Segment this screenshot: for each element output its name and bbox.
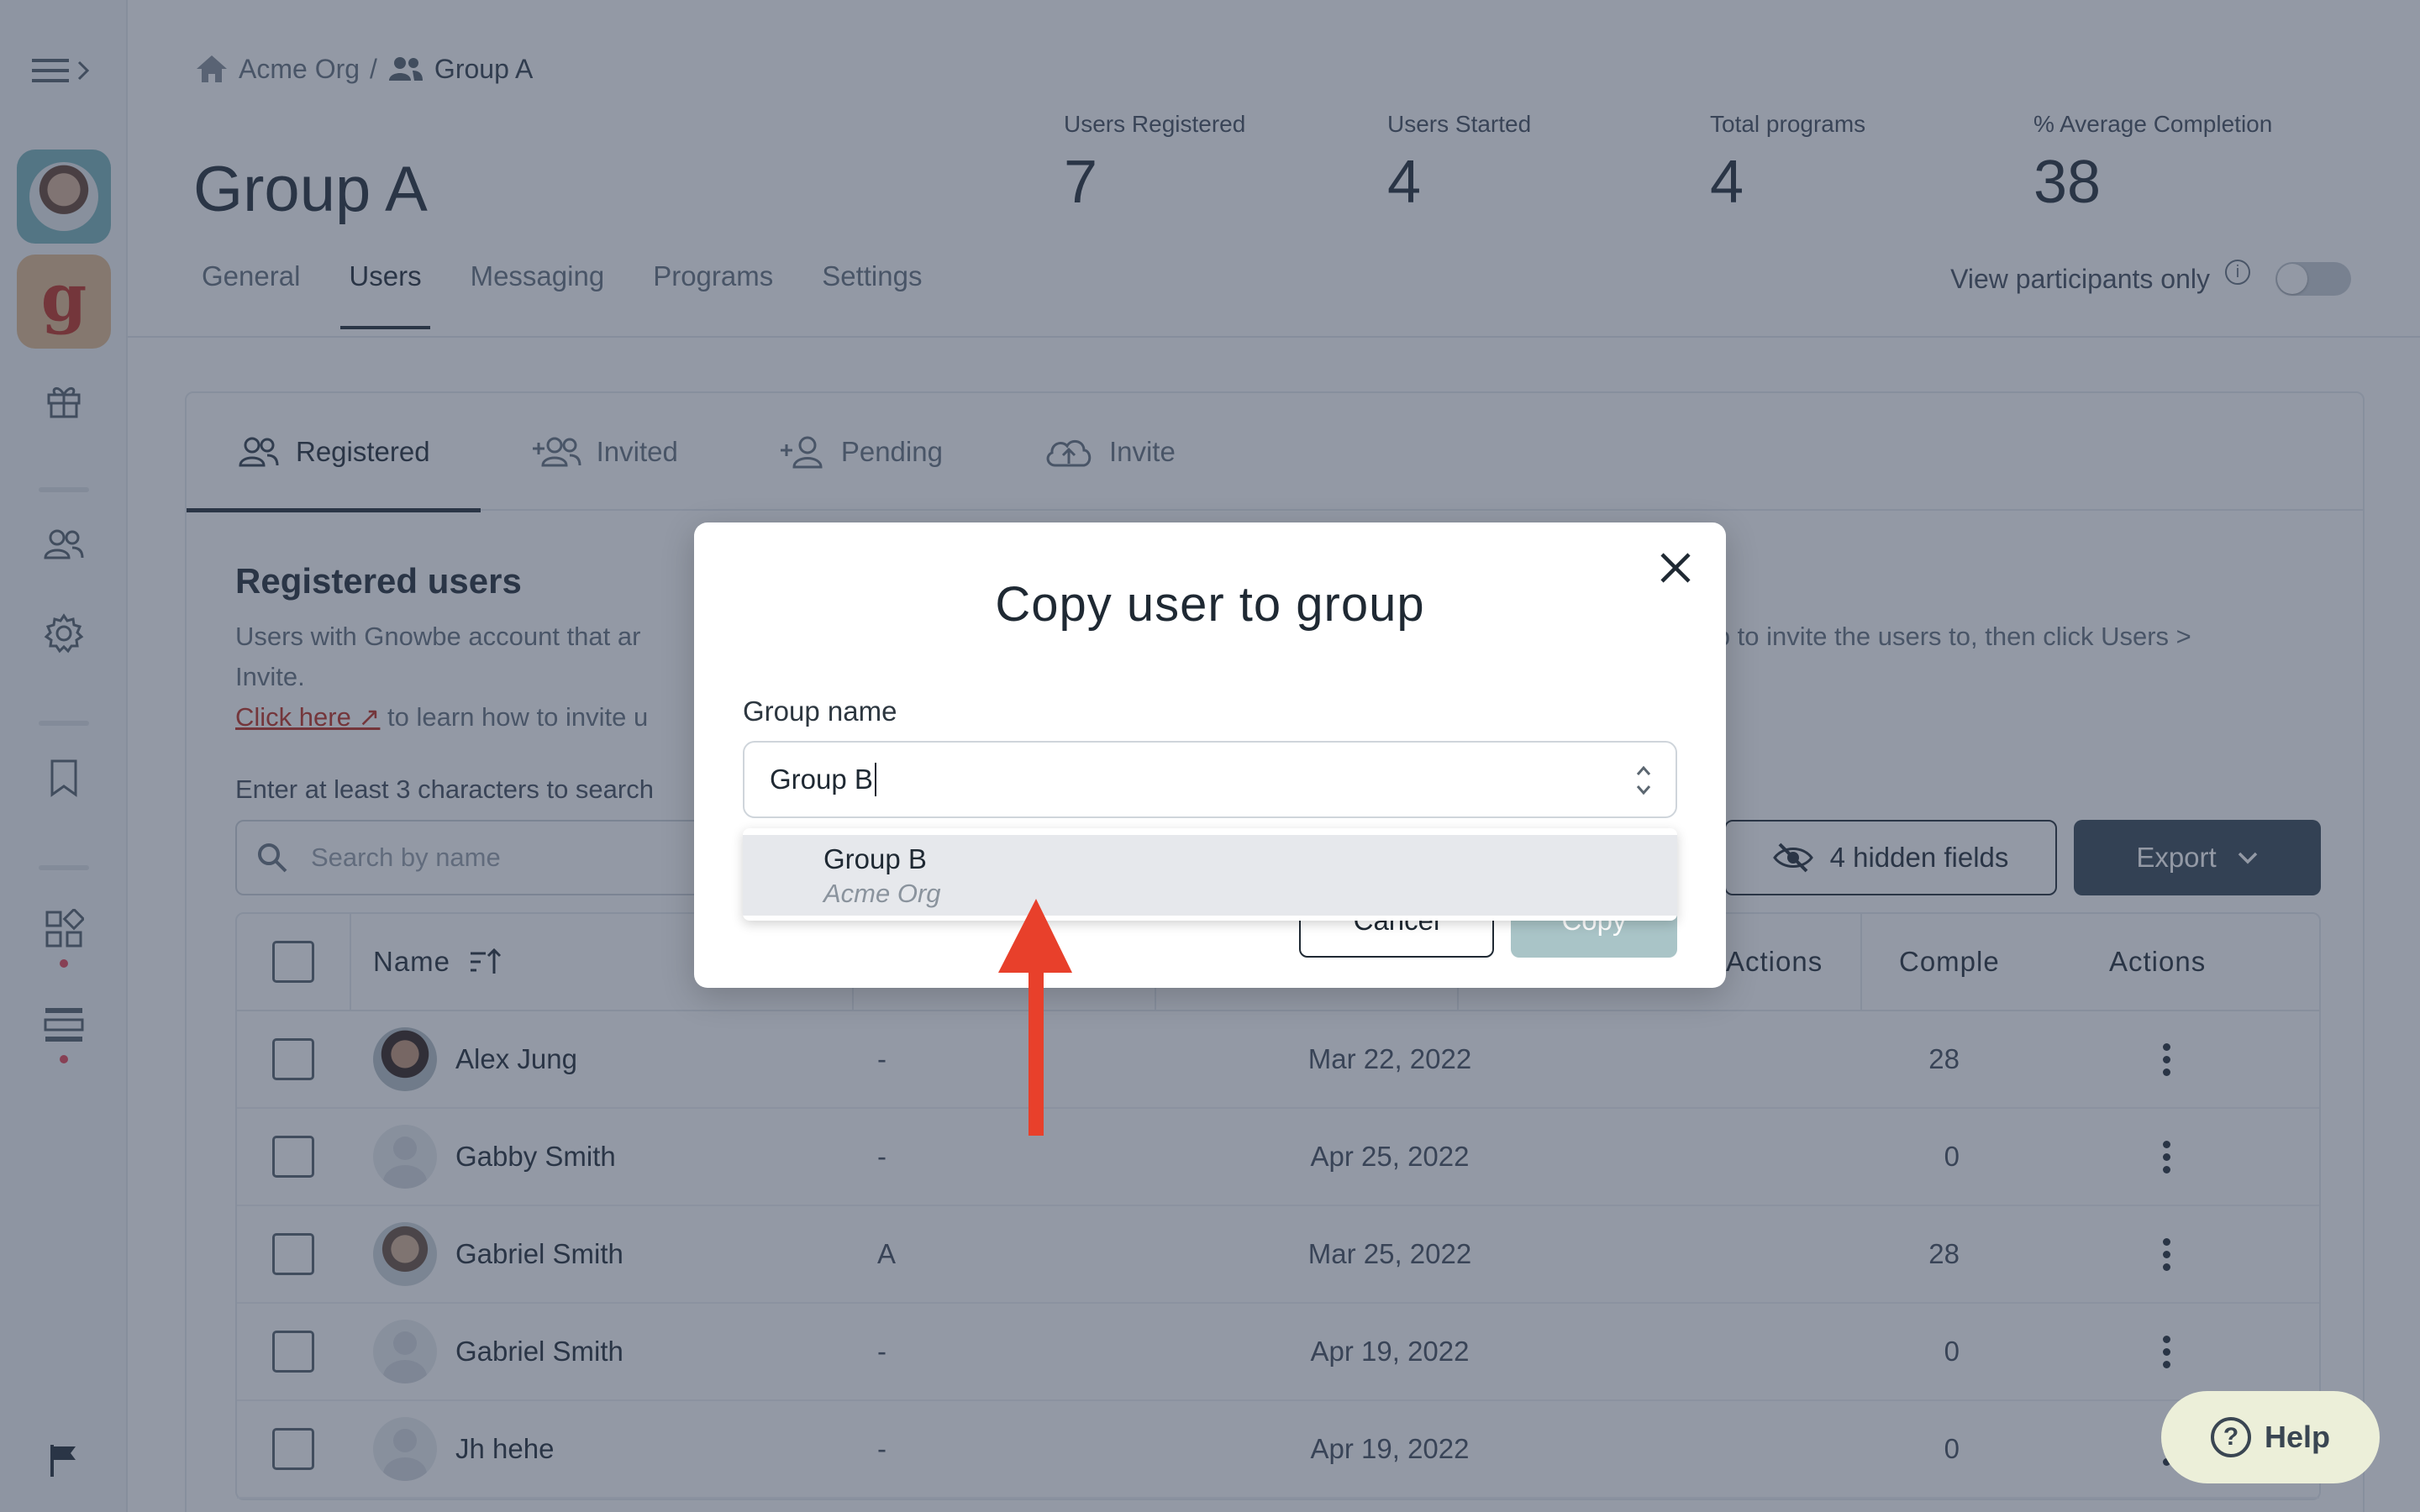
- group-name-value: Group B: [770, 764, 873, 795]
- question-icon: ?: [2210, 1417, 2251, 1457]
- dropdown-option-group-b[interactable]: Group B Acme Org: [743, 835, 1677, 916]
- modal-title: Copy user to group: [995, 577, 1425, 632]
- group-name-label: Group name: [743, 696, 897, 727]
- help-label: Help: [2264, 1420, 2330, 1454]
- select-arrows-icon: [1636, 765, 1651, 795]
- help-button[interactable]: ? Help: [2161, 1391, 2380, 1483]
- annotation-arrow: [998, 899, 1072, 1136]
- copy-user-modal: Copy user to group Group name Group B Ca…: [694, 522, 1726, 988]
- group-name-select[interactable]: Group B: [743, 741, 1677, 818]
- option-group-name: Group B: [823, 843, 927, 874]
- group-dropdown: Group B Acme Org: [743, 828, 1677, 921]
- text-cursor: [874, 763, 876, 796]
- option-org-name: Acme Org: [823, 879, 941, 908]
